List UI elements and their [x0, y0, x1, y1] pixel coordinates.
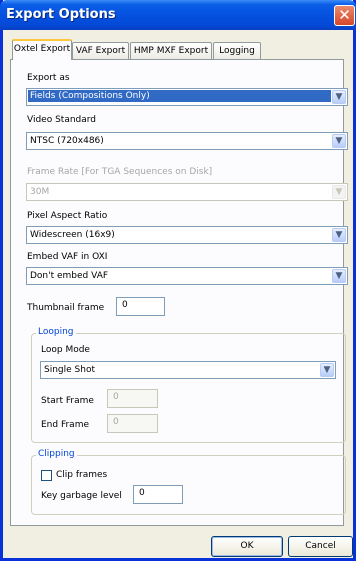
close-icon: ✕	[338, 6, 351, 24]
end-frame-label: End Frame	[41, 420, 90, 430]
pixel-aspect-ratio-dropdown-button[interactable]: ▼	[332, 228, 346, 242]
chevron-down-icon: ▼	[335, 187, 343, 197]
video-standard-label: Video Standard	[27, 115, 97, 125]
loop-mode-dropdown-button[interactable]: ▼	[320, 363, 334, 377]
export-as-select[interactable]: Fields (Compositions Only) ▼	[26, 88, 348, 106]
chevron-down-icon: ▼	[335, 92, 343, 102]
tab-oxtel-export[interactable]: Oxtel Export	[12, 39, 72, 60]
key-garbage-level-input[interactable]: 0	[133, 485, 183, 504]
clip-frames-checkbox[interactable]	[41, 470, 52, 481]
chevron-down-icon: ▼	[335, 136, 343, 146]
tab-vaf-export[interactable]: VAF Export	[72, 42, 129, 59]
title-bar[interactable]: Export Options ✕	[0, 0, 356, 30]
chevron-down-icon: ▼	[335, 230, 343, 240]
pixel-aspect-ratio-select[interactable]: Widescreen (16x9) ▼	[26, 226, 348, 244]
frame-rate-select: 30M ▼	[26, 183, 348, 201]
cancel-button[interactable]: Cancel	[288, 536, 353, 557]
export-as-label: Export as	[27, 73, 70, 83]
chevron-down-icon: ▼	[335, 271, 343, 281]
tab-logging[interactable]: Logging	[213, 42, 261, 59]
close-button[interactable]: ✕	[334, 5, 355, 26]
pixel-aspect-ratio-label: Pixel Aspect Ratio	[27, 211, 108, 221]
frame-rate-value: 30M	[30, 187, 50, 197]
start-frame-label: Start Frame	[41, 396, 94, 406]
export-as-value: Fields (Compositions Only)	[28, 90, 331, 102]
thumbnail-frame-label: Thumbnail frame	[27, 303, 105, 313]
thumbnail-frame-input[interactable]: 0	[116, 297, 165, 316]
video-standard-select[interactable]: NTSC (720x486) ▼	[26, 132, 348, 150]
clip-frames-label[interactable]: Clip frames	[56, 470, 107, 480]
clipping-group-title: Clipping	[36, 449, 77, 459]
clipping-group	[31, 455, 346, 515]
end-frame-input: 0	[107, 414, 158, 433]
embed-vaf-select[interactable]: Don't embed VAF ▼	[26, 267, 348, 285]
export-as-dropdown-button[interactable]: ▼	[332, 90, 346, 104]
frame-rate-label: Frame Rate [For TGA Sequences on Disk]	[27, 167, 213, 177]
video-standard-value: NTSC (720x486)	[30, 136, 104, 146]
tab-hmp-mxf-export[interactable]: HMP MXF Export	[130, 42, 212, 59]
video-standard-dropdown-button[interactable]: ▼	[332, 134, 346, 148]
loop-mode-select[interactable]: Single Shot ▼	[40, 361, 336, 379]
chevron-down-icon: ▼	[323, 365, 331, 375]
looping-group-title: Looping	[36, 327, 76, 337]
embed-vaf-label: Embed VAF in OXI	[27, 252, 108, 262]
frame-rate-dropdown-button: ▼	[332, 185, 346, 199]
export-options-dialog: Export Options ✕ Oxtel Export VAF Export…	[0, 0, 356, 561]
ok-button[interactable]: OK	[211, 536, 283, 557]
embed-vaf-value: Don't embed VAF	[30, 271, 109, 281]
loop-mode-value: Single Shot	[44, 365, 95, 375]
loop-mode-label: Loop Mode	[41, 345, 90, 355]
key-garbage-level-label: Key garbage level	[41, 491, 122, 501]
window-title: Export Options	[6, 7, 116, 22]
embed-vaf-dropdown-button[interactable]: ▼	[332, 269, 346, 283]
start-frame-input: 0	[107, 389, 158, 408]
pixel-aspect-ratio-value: Widescreen (16x9)	[30, 230, 115, 240]
